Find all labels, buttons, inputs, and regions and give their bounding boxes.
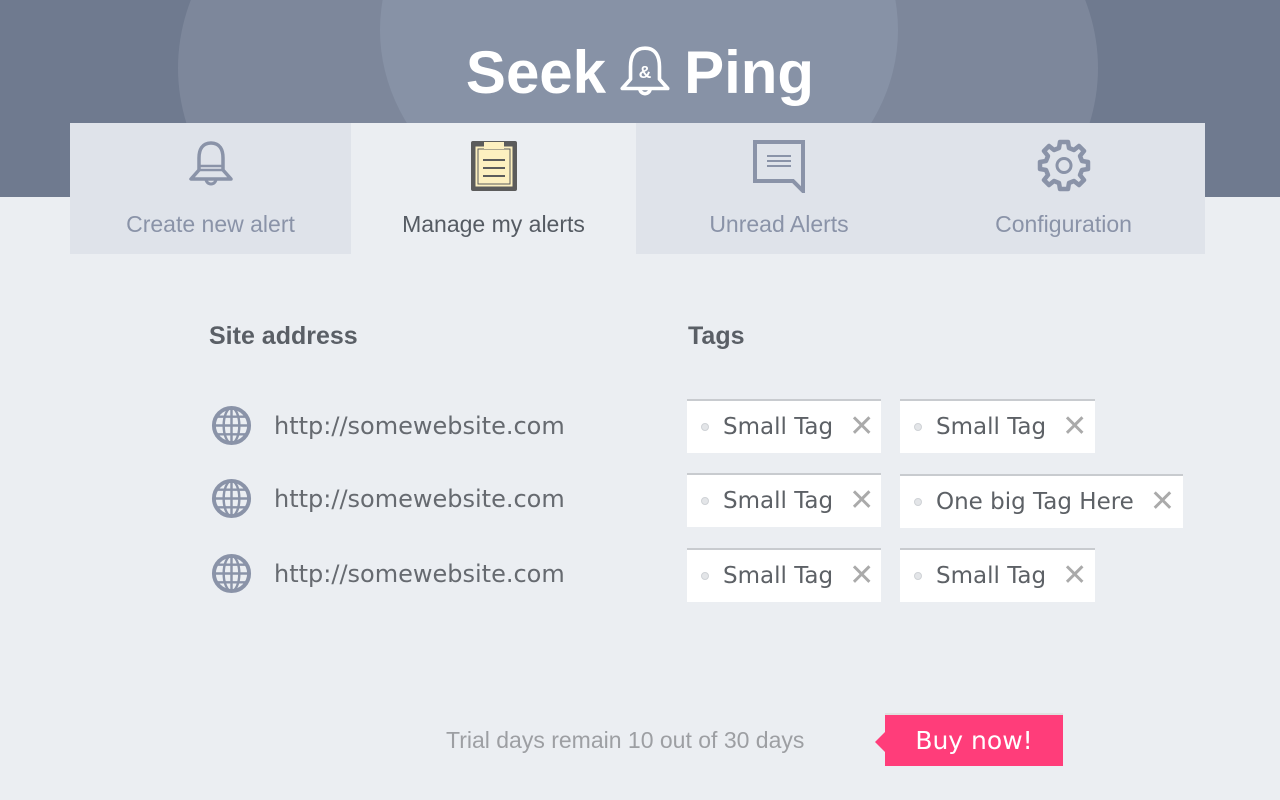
globe-icon — [211, 478, 252, 519]
site-url: http://somewebsite.com — [274, 559, 565, 588]
logo-text-right: Ping — [684, 39, 815, 106]
tag-chip[interactable]: One big Tag Here ✕ — [900, 474, 1183, 528]
logo-ampersand: & — [639, 62, 652, 82]
tag-label: Small Tag — [936, 414, 1047, 440]
remove-tag-icon[interactable]: ✕ — [849, 486, 874, 516]
tag-label: Small Tag — [936, 563, 1047, 589]
tag-bullet-icon — [914, 572, 922, 580]
tag-bullet-icon — [914, 423, 922, 431]
tags-heading: Tags — [688, 322, 745, 350]
gear-icon — [1037, 139, 1090, 192]
tab-label: Configuration — [995, 211, 1132, 237]
remove-tag-icon[interactable]: ✕ — [1150, 487, 1175, 517]
tag-bullet-icon — [701, 423, 709, 431]
site-url: http://somewebsite.com — [274, 411, 565, 440]
trial-status-text: Trial days remain 10 out of 30 days — [446, 727, 805, 753]
tag-bullet-icon — [914, 498, 922, 506]
app-logo: Seek & Ping — [0, 38, 1280, 107]
tab-configuration[interactable]: Configuration — [922, 123, 1205, 254]
remove-tag-icon[interactable]: ✕ — [1062, 412, 1087, 442]
site-url: http://somewebsite.com — [274, 484, 565, 513]
buy-now-button[interactable]: Buy now! — [875, 713, 1063, 766]
bell-icon — [188, 141, 233, 186]
tag-bullet-icon — [701, 572, 709, 580]
tag-label: Small Tag — [723, 563, 834, 589]
bell-ampersand-icon: & — [620, 45, 670, 95]
site-address-heading: Site address — [209, 322, 358, 350]
alert-site-row[interactable]: http://somewebsite.com — [210, 404, 565, 447]
alert-site-row[interactable]: http://somewebsite.com — [210, 552, 565, 595]
tag-chip[interactable]: Small Tag ✕ — [900, 548, 1095, 602]
tag-label: Small Tag — [723, 488, 834, 514]
clipboard-icon — [470, 141, 517, 191]
tag-chip[interactable]: Small Tag ✕ — [687, 548, 881, 602]
remove-tag-icon[interactable]: ✕ — [1062, 561, 1087, 591]
tag-chip[interactable]: Small Tag ✕ — [687, 473, 881, 527]
main-tabs: Create new alert Manage my alerts Unread… — [70, 123, 1205, 254]
tab-manage-my-alerts[interactable]: Manage my alerts — [351, 123, 636, 254]
tag-chip[interactable]: Small Tag ✕ — [900, 399, 1095, 453]
alert-site-row[interactable]: http://somewebsite.com — [210, 477, 565, 520]
tag-label: Small Tag — [723, 414, 834, 440]
globe-icon — [211, 553, 252, 594]
tab-unread-alerts[interactable]: Unread Alerts — [636, 123, 922, 254]
remove-tag-icon[interactable]: ✕ — [849, 561, 874, 591]
tag-bullet-icon — [701, 497, 709, 505]
tab-create-new-alert[interactable]: Create new alert — [70, 123, 351, 254]
tag-label: One big Tag Here — [936, 489, 1134, 515]
globe-icon — [211, 405, 252, 446]
tag-chip[interactable]: Small Tag ✕ — [687, 399, 881, 453]
tab-label: Manage my alerts — [402, 211, 585, 237]
tab-label: Create new alert — [126, 211, 295, 237]
logo-text-left: Seek — [465, 39, 607, 106]
remove-tag-icon[interactable]: ✕ — [849, 412, 874, 442]
tab-label: Unread Alerts — [709, 211, 849, 237]
speech-bubble-icon — [753, 140, 805, 193]
